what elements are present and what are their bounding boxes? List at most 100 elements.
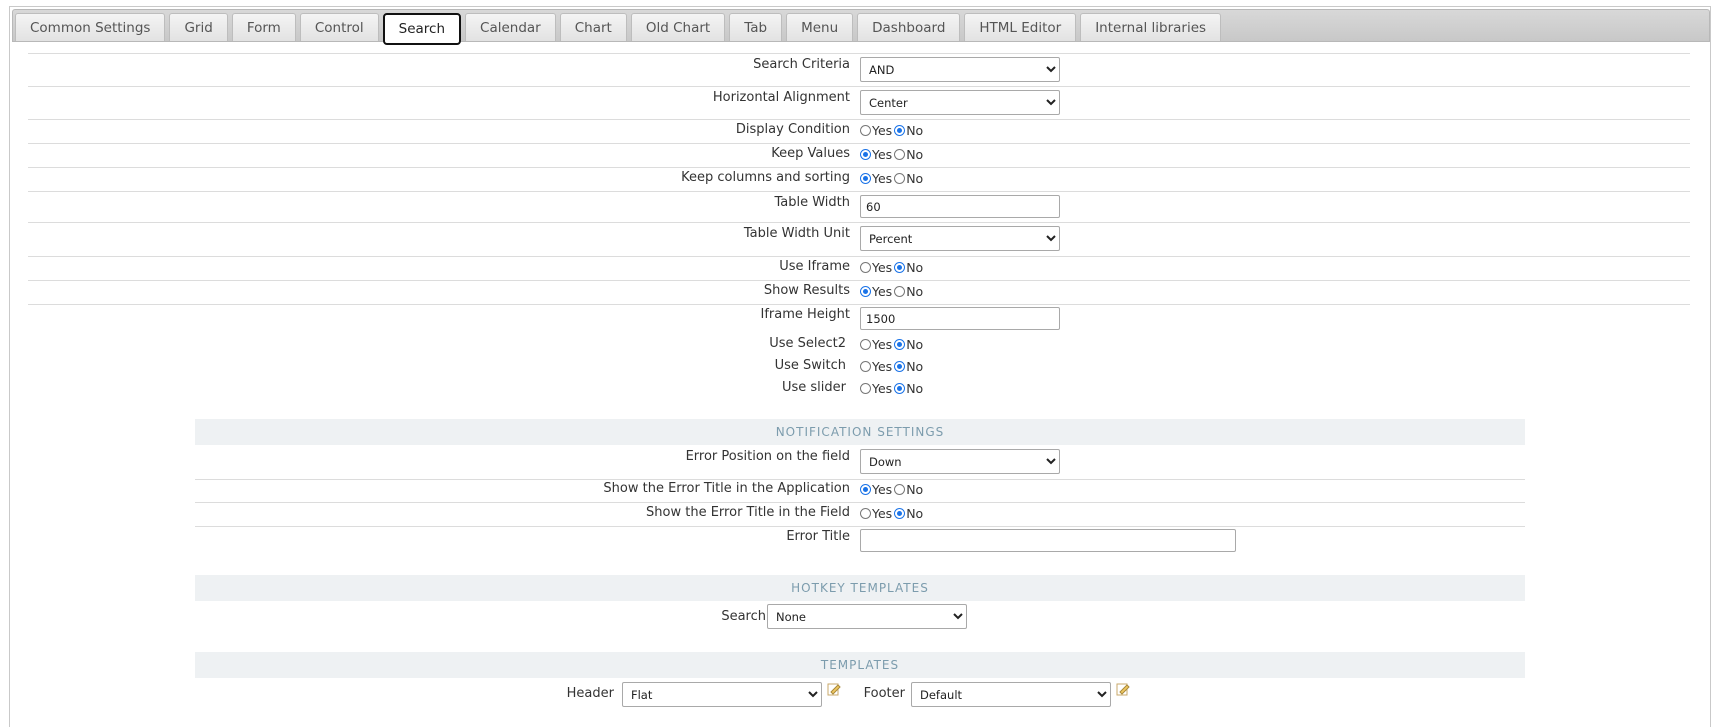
hotkey-templates-header: HOTKEY TEMPLATES	[195, 575, 1525, 601]
radio-label: Yes	[872, 284, 893, 299]
error-position-label: Error Position on the field	[685, 449, 850, 464]
row-divider	[195, 478, 1525, 480]
show-results-yes-radio[interactable]: Yes	[860, 284, 892, 299]
tab-common-settings[interactable]: Common Settings	[15, 13, 166, 41]
edit-header-icon[interactable]	[827, 682, 841, 696]
use-select2-yes-radio[interactable]: Yes	[860, 337, 892, 352]
search-criteria-select[interactable]: AND	[860, 57, 1060, 82]
table-width-label: Table Width	[774, 195, 850, 210]
radio-circle[interactable]	[894, 173, 906, 184]
radio-circle[interactable]	[860, 484, 871, 495]
row-divider	[28, 190, 1690, 192]
tab-menu[interactable]: Menu	[786, 13, 854, 41]
error-title-app-no-radio[interactable]: No	[894, 482, 923, 497]
radio-circle[interactable]	[894, 262, 906, 273]
keep-columns-no-radio[interactable]: No	[894, 171, 923, 186]
error-title-app-yes-radio[interactable]: Yes	[860, 482, 892, 497]
row-divider	[28, 221, 1690, 223]
keep-values-label: Keep Values	[771, 146, 850, 161]
radio-circle[interactable]	[860, 383, 871, 394]
tab-control[interactable]: Control	[299, 13, 379, 41]
radio-label: No	[906, 359, 924, 374]
radio-label: No	[906, 260, 924, 275]
hotkey-search-select[interactable]: None	[767, 604, 967, 629]
tab-calendar[interactable]: Calendar	[465, 13, 556, 41]
row-divider	[28, 118, 1690, 120]
radio-label: No	[906, 337, 924, 352]
radio-circle[interactable]	[894, 149, 906, 160]
radio-circle[interactable]	[860, 262, 871, 273]
tab-tab[interactable]: Tab	[729, 13, 783, 41]
use-iframe-no-radio[interactable]: No	[894, 260, 923, 275]
use-slider-label: Use slider	[781, 380, 846, 395]
radio-circle[interactable]	[894, 484, 906, 495]
keep-columns-yes-radio[interactable]: Yes	[860, 171, 892, 186]
radio-circle[interactable]	[894, 383, 906, 394]
radio-circle[interactable]	[894, 508, 906, 519]
horizontal-alignment-select[interactable]: Center	[860, 90, 1060, 115]
radio-circle[interactable]	[894, 286, 906, 297]
edit-footer-icon[interactable]	[1116, 682, 1130, 696]
use-select2-no-radio[interactable]: No	[894, 337, 923, 352]
use-slider-no-radio[interactable]: No	[894, 381, 923, 396]
radio-circle[interactable]	[894, 339, 906, 350]
radio-circle[interactable]	[860, 125, 871, 136]
row-divider	[195, 525, 1525, 527]
radio-label: Yes	[872, 123, 893, 138]
radio-label: Yes	[872, 147, 893, 162]
error-title-field-no-radio[interactable]: No	[894, 506, 923, 521]
use-iframe-label: Use Iframe	[779, 259, 850, 274]
tab-form[interactable]: Form	[231, 13, 296, 41]
row-divider	[28, 279, 1690, 281]
table-width-unit-select[interactable]: Percent	[860, 226, 1060, 251]
tab-html-editor[interactable]: HTML Editor	[964, 13, 1077, 41]
notification-settings-header: NOTIFICATION SETTINGS	[195, 419, 1525, 445]
tab-chart[interactable]: Chart	[559, 13, 627, 41]
tab-internal-libraries[interactable]: Internal libraries	[1080, 13, 1222, 41]
use-select2-label: Use Select2	[769, 336, 846, 351]
radio-circle[interactable]	[860, 508, 871, 519]
radio-circle[interactable]	[894, 361, 906, 372]
error-position-select[interactable]: Down	[860, 449, 1060, 474]
radio-circle[interactable]	[860, 339, 871, 350]
radio-label: No	[906, 381, 924, 396]
keep-values-yes-radio[interactable]: Yes	[860, 147, 892, 162]
tab-old-chart[interactable]: Old Chart	[630, 13, 726, 41]
tab-grid[interactable]: Grid	[169, 13, 228, 41]
show-results-no-radio[interactable]: No	[894, 284, 923, 299]
display-condition-no-radio[interactable]: No	[894, 123, 923, 138]
radio-circle[interactable]	[860, 173, 871, 184]
search-criteria-label: Search Criteria	[753, 57, 850, 72]
header-template-label: Header	[566, 686, 614, 701]
use-switch-label: Use Switch	[774, 358, 846, 373]
tab-search[interactable]: Search	[382, 13, 462, 45]
radio-label: No	[906, 171, 924, 186]
table-width-input[interactable]	[860, 195, 1060, 218]
header-template-select[interactable]: Flat	[622, 682, 822, 707]
display-condition-yes-radio[interactable]: Yes	[860, 123, 892, 138]
radio-label: Yes	[872, 260, 893, 275]
table-width-unit-label: Table Width Unit	[743, 226, 850, 241]
use-iframe-yes-radio[interactable]: Yes	[860, 260, 892, 275]
use-slider-yes-radio[interactable]: Yes	[860, 381, 892, 396]
error-title-field-yes-radio[interactable]: Yes	[860, 506, 892, 521]
tab-dashboard[interactable]: Dashboard	[857, 13, 961, 41]
iframe-height-label: Iframe Height	[760, 307, 851, 322]
error-title-input[interactable]	[860, 529, 1236, 552]
radio-circle[interactable]	[860, 361, 871, 372]
use-switch-yes-radio[interactable]: Yes	[860, 359, 892, 374]
radio-circle[interactable]	[894, 125, 906, 136]
radio-label: Yes	[872, 171, 893, 186]
radio-label: No	[906, 147, 924, 162]
radio-label: No	[906, 506, 924, 521]
keep-values-no-radio[interactable]: No	[894, 147, 923, 162]
radio-circle[interactable]	[860, 286, 871, 297]
radio-label: No	[906, 482, 924, 497]
radio-circle[interactable]	[860, 149, 871, 160]
footer-template-select[interactable]: Default	[911, 682, 1111, 707]
iframe-height-input[interactable]	[860, 307, 1060, 330]
radio-label: Yes	[872, 482, 893, 497]
row-divider	[28, 142, 1690, 144]
error-title-app-label: Show the Error Title in the Application	[603, 481, 850, 496]
use-switch-no-radio[interactable]: No	[894, 359, 923, 374]
